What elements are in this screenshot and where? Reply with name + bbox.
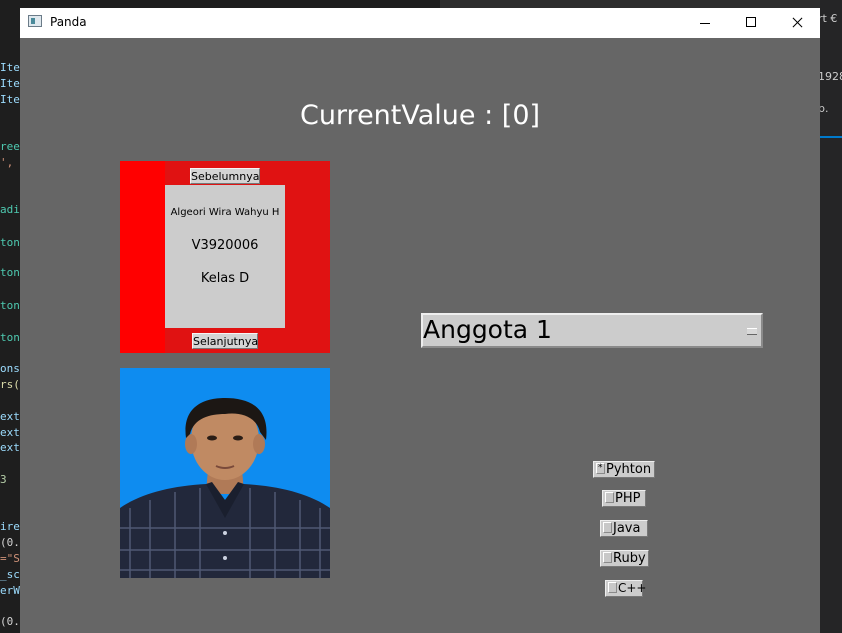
code-line: Ite	[0, 61, 20, 74]
code-line: 3	[0, 473, 7, 486]
code-line: (0.	[0, 536, 20, 549]
background-text: rt €	[818, 12, 838, 25]
code-line: erW	[0, 584, 20, 597]
title-bar[interactable]: Panda	[20, 8, 820, 38]
code-line: adi	[0, 203, 20, 216]
close-button[interactable]	[774, 8, 820, 38]
background-accent-bar	[820, 136, 842, 138]
code-line: (0.	[0, 615, 20, 628]
background-editor-tabbar	[440, 0, 842, 8]
radio-label: PHP	[615, 491, 641, 506]
radio-python[interactable]: Pyhton	[593, 461, 655, 478]
code-line: ton	[0, 266, 20, 279]
member-photo	[120, 368, 330, 578]
member-class: Kelas D	[200, 271, 250, 286]
member-name: Algeori Wira Wahyu H	[170, 207, 280, 218]
radio-ruby[interactable]: Ruby	[600, 550, 649, 567]
radio-label: Ruby	[613, 551, 646, 566]
background-editor-left: Ite Ite Ite ree ', adi ton ton ton ton o…	[0, 0, 20, 633]
code-line: ire	[0, 520, 20, 533]
code-line: ext	[0, 441, 20, 454]
code-line: ="S	[0, 552, 20, 565]
radio-cpp[interactable]: C++	[605, 580, 647, 597]
radio-php[interactable]: PHP	[602, 490, 646, 507]
code-line: ons	[0, 362, 20, 375]
radio-indicator-icon[interactable]	[603, 522, 612, 533]
code-line: ton	[0, 299, 20, 312]
previous-button[interactable]: Sebelumnya	[190, 168, 260, 184]
app-window: Panda CurrentValue : [0] Sebelumnya Alge…	[20, 8, 820, 633]
radio-indicator-icon[interactable]	[605, 492, 614, 503]
minimize-button[interactable]	[682, 8, 728, 38]
code-line: Ite	[0, 77, 20, 90]
dropdown-selected-value: Anggota 1	[423, 315, 552, 344]
radio-java[interactable]: Java	[600, 520, 648, 537]
code-line: ',	[0, 156, 14, 169]
member-nim: V3920006	[191, 238, 259, 253]
next-button[interactable]: Selanjutnya	[192, 333, 258, 349]
radio-label: Java	[613, 521, 641, 536]
background-editor-right	[820, 0, 842, 633]
window-title: Panda	[50, 15, 87, 29]
code-line: ton	[0, 236, 20, 249]
code-line: ton	[0, 331, 20, 344]
member-dropdown[interactable]: Anggota 1	[421, 313, 763, 348]
card-accent	[120, 161, 165, 353]
radio-indicator-icon[interactable]	[603, 552, 612, 563]
window-app-icon	[28, 15, 42, 27]
code-line: _sc	[0, 568, 20, 581]
member-info-panel: Algeori Wira Wahyu H V3920006 Kelas D	[165, 185, 285, 328]
code-line: ree	[0, 140, 20, 153]
code-line: ext	[0, 426, 20, 439]
code-line: Ite	[0, 93, 20, 106]
code-line: ext	[0, 410, 20, 423]
radio-indicator-icon[interactable]	[608, 582, 617, 593]
code-line: rs(	[0, 378, 20, 391]
radio-label: C++	[618, 581, 647, 595]
maximize-button[interactable]	[728, 8, 774, 38]
current-value-label: CurrentValue : [0]	[299, 100, 541, 131]
background-text: 1928	[818, 70, 842, 83]
member-card: Sebelumnya Algeori Wira Wahyu H V3920006…	[120, 161, 330, 353]
radio-label: Pyhton	[606, 462, 652, 477]
radio-indicator-icon[interactable]	[596, 462, 605, 474]
dropdown-arrow-icon[interactable]	[747, 328, 757, 335]
